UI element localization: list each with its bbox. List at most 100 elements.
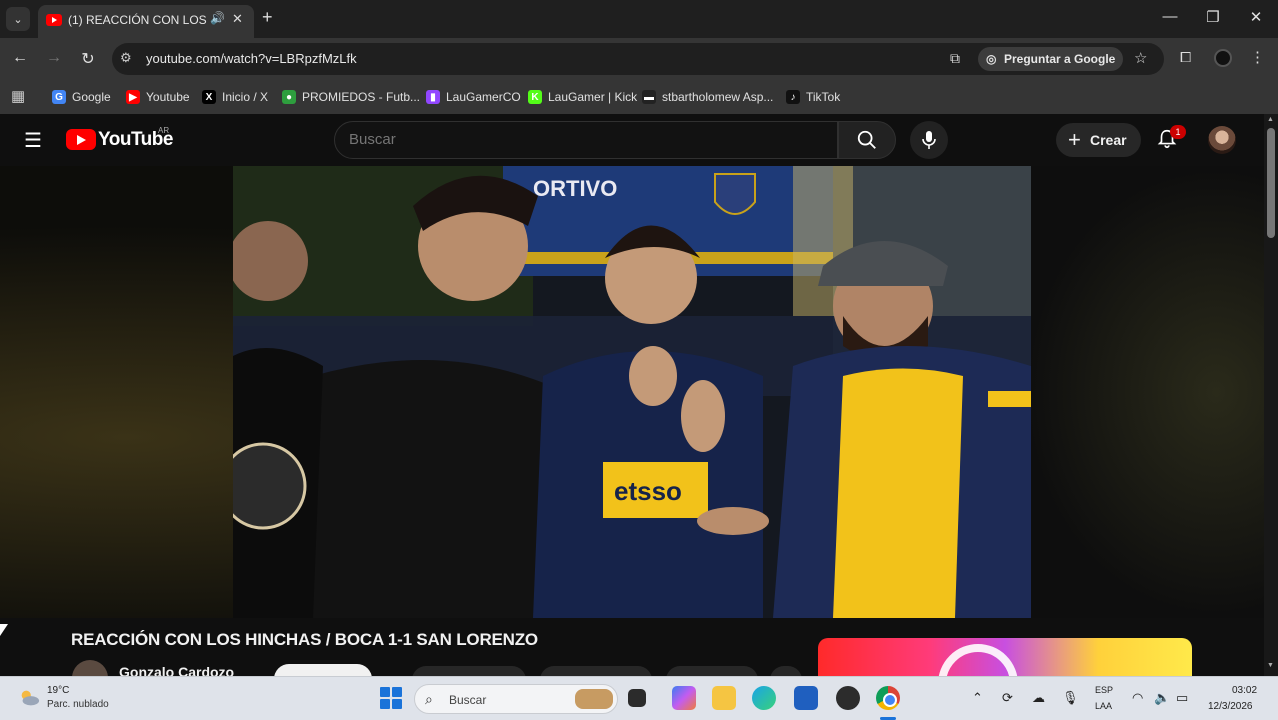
profile-avatar[interactable] (1214, 49, 1232, 67)
bookmark-google[interactable]: G Google (52, 86, 111, 108)
url-text[interactable]: youtube.com/watch?v=LBRpzfMzLfk (146, 51, 357, 66)
clock-date[interactable]: 12/3/2026 (1208, 701, 1253, 712)
channel-avatar[interactable] (72, 660, 108, 676)
youtube-icon: ▶ (126, 90, 140, 104)
active-tab[interactable]: (1) REACCIÓN CON LOS HINCHAS / BOCA 1-1 … (38, 5, 254, 38)
input-layout[interactable]: LAA (1095, 701, 1112, 711)
task-view-icon[interactable] (628, 689, 646, 707)
bookmark-bookmark-site[interactable]: ▬ stbartholomew Asp... (642, 86, 773, 108)
address-bar[interactable]: ⚙ youtube.com/watch?v=LBRpzfMzLfk ⧉ ◎ Pr… (112, 43, 1164, 75)
install-app-icon[interactable]: ⧉ (950, 50, 960, 67)
volume-icon[interactable]: 🔈 (1154, 690, 1170, 706)
microsoft-store-icon[interactable] (794, 686, 818, 710)
chevron-down-icon: ⌄ (13, 13, 23, 26)
subscribe-button[interactable] (274, 664, 372, 676)
tray-overflow-chevron-icon[interactable]: ⌃ (972, 690, 983, 706)
promiedos-icon: ● (282, 90, 296, 104)
search-box (334, 121, 838, 159)
weather-cloud-icon[interactable] (18, 687, 40, 709)
ask-google-button[interactable]: ◎ Preguntar a Google (978, 47, 1124, 71)
reload-icon[interactable]: ↻ (78, 49, 98, 69)
search-input[interactable] (349, 131, 819, 148)
weather-description[interactable]: Parc. nublado (47, 699, 109, 710)
video-frame: ORTIVO etsso (233, 166, 1031, 618)
file-explorer-icon[interactable] (712, 686, 736, 710)
bookmark-label: Google (72, 90, 111, 104)
bookmark-star-icon[interactable]: ☆ (1134, 49, 1147, 67)
audio-playing-icon[interactable]: 🔊 (210, 11, 225, 25)
bookmark-x[interactable]: X Inicio / X (202, 86, 268, 108)
menu-hamburger-icon[interactable]: ☰ (24, 128, 42, 153)
forward-arrow-icon[interactable]: → (44, 49, 64, 67)
copilot-icon[interactable] (672, 686, 696, 710)
tab-close-icon[interactable]: ✕ (232, 11, 243, 27)
youtube-header: ☰ YouTube AR + Crear 1 (0, 114, 1278, 166)
tray-cloud-icon[interactable]: ☁ (1032, 690, 1045, 706)
kick-icon: K (528, 90, 542, 104)
clock-time[interactable]: 03:02 (1232, 685, 1257, 696)
input-language[interactable]: ESP (1095, 685, 1113, 695)
search-icon: ⌕ (425, 691, 433, 707)
extensions-icon[interactable]: ⧠ (1180, 49, 1191, 66)
taskbar-search-box[interactable]: ⌕ Buscar (414, 684, 618, 714)
yellow-shirt (833, 368, 963, 618)
create-label: Crear (1090, 132, 1127, 148)
youtube-logo-icon[interactable] (66, 129, 96, 150)
search-icon (857, 130, 876, 149)
site-info-icon[interactable]: ⚙ (120, 50, 132, 66)
bookmark-kick[interactable]: K LauGamer | Kick (528, 86, 637, 108)
bookmark-label: TikTok (806, 90, 841, 104)
video-player-area: ORTIVO etsso (0, 166, 1264, 618)
bookmark-tiktok[interactable]: ♪ TikTok (786, 86, 840, 108)
tiktok-icon: ♪ (786, 90, 800, 104)
voice-search-button[interactable] (910, 121, 948, 159)
weather-temperature[interactable]: 19°C (47, 685, 69, 696)
bookmark-label: stbartholomew Asp... (662, 90, 774, 104)
bookmark-youtube[interactable]: ▶ Youtube (126, 86, 190, 108)
like-dislike-pill[interactable] (412, 666, 526, 676)
page-scrollbar[interactable]: ▲ ▼ (1264, 114, 1278, 676)
wifi-icon[interactable]: ◠ (1132, 690, 1143, 706)
mouse-cursor-icon (0, 624, 8, 636)
more-actions-pill[interactable] (770, 666, 802, 676)
scrollbar-thumb[interactable] (1267, 128, 1275, 238)
account-avatar[interactable] (1208, 126, 1236, 154)
bookmark-label: Inicio / X (222, 90, 269, 104)
bookmark-promiedos[interactable]: ● PROMIEDOS - Futb... (282, 86, 420, 108)
new-tab-button[interactable]: + (262, 8, 273, 26)
create-button[interactable]: + Crear (1056, 123, 1141, 157)
save-pill[interactable] (666, 666, 758, 676)
tab-search-button[interactable]: ⌄ (6, 7, 30, 31)
search-button[interactable] (838, 121, 896, 159)
promo-ring-shape (938, 644, 1018, 676)
bookmark-label: PROMIEDOS - Futb... (302, 90, 421, 104)
minimize-button[interactable]: — (1160, 8, 1180, 25)
battery-icon[interactable]: ▭ (1176, 690, 1188, 706)
bookmarks-bar: ▦ G Google ▶ Youtube X Inicio / X ● PROMIEDOS -… (0, 80, 1278, 114)
share-pill[interactable] (540, 666, 652, 676)
more-menu-icon[interactable]: ⋮ (1250, 48, 1265, 66)
channel-name[interactable]: Gonzalo Cardozo (119, 664, 234, 676)
back-arrow-icon[interactable]: ← (10, 49, 30, 67)
bookmark-label: LauGamerCO (446, 90, 521, 104)
restore-button[interactable]: ❐ (1203, 8, 1223, 26)
ambient-glow (1024, 166, 1264, 618)
promo-card[interactable] (818, 638, 1192, 676)
scroll-down-arrow-icon[interactable]: ▼ (1267, 662, 1274, 669)
tray-microphone-icon[interactable]: 🎙 (1062, 690, 1079, 706)
search-highlight-image (575, 689, 613, 709)
windows-start-icon[interactable] (380, 687, 402, 709)
bookmark-twitch[interactable]: ▮ LauGamerCO (426, 86, 521, 108)
video-player[interactable]: ORTIVO etsso (233, 166, 1031, 618)
scroll-up-arrow-icon[interactable]: ▲ (1267, 116, 1274, 123)
youtube-favicon-icon (46, 14, 62, 26)
chrome-icon[interactable] (876, 686, 900, 710)
edge-icon[interactable] (752, 686, 776, 710)
browser-tab-strip: ⌄ (1) REACCIÓN CON LOS HINCHAS / BOCA 1-… (0, 0, 1278, 38)
tray-sync-icon[interactable]: ⟳ (1002, 690, 1013, 706)
close-window-button[interactable]: ✕ (1246, 8, 1266, 26)
twitch-icon: ▮ (426, 90, 440, 104)
game-app-icon[interactable] (836, 686, 860, 710)
apps-grid-icon[interactable]: ▦ (11, 87, 25, 105)
taskbar-search-label: Buscar (449, 693, 487, 707)
